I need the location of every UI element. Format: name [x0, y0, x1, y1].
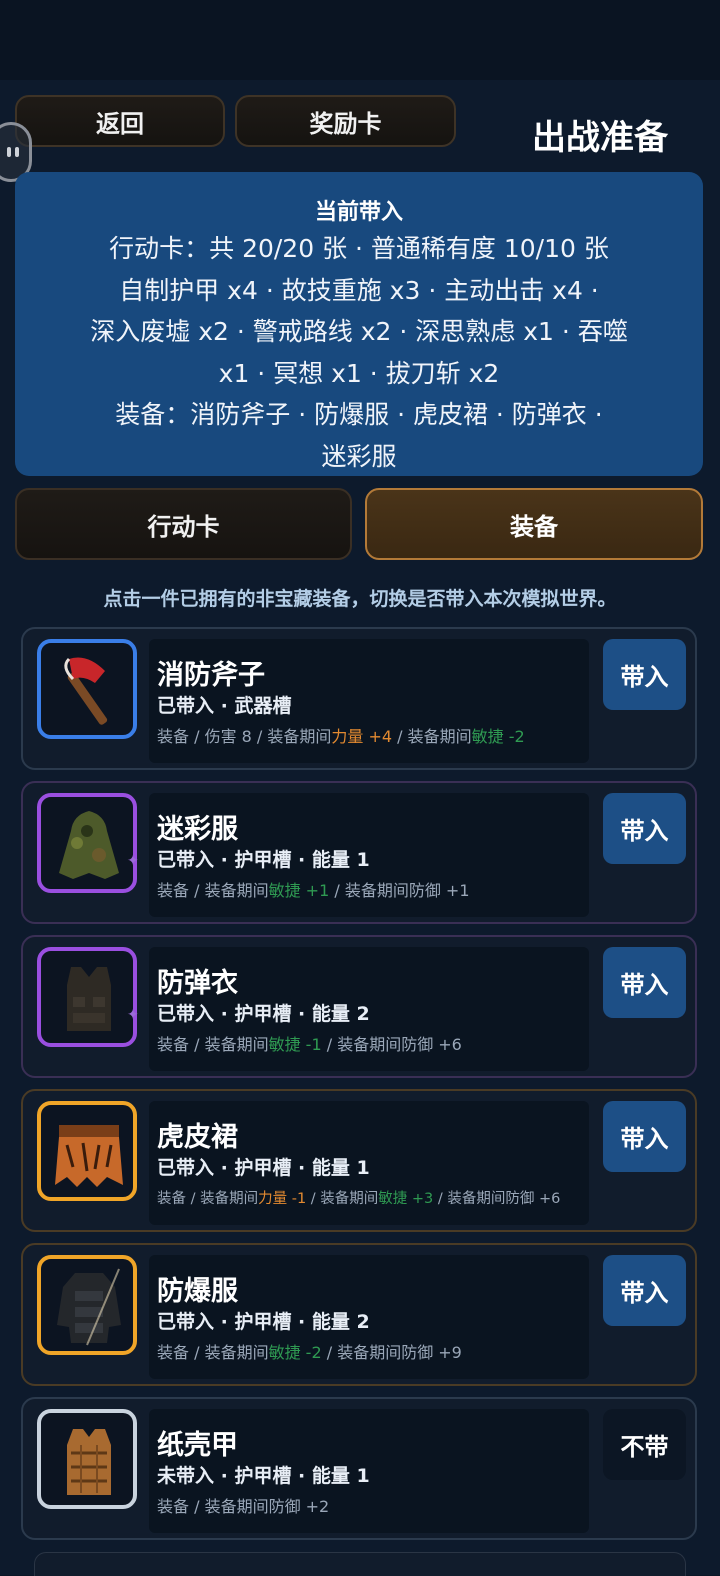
equipment-card[interactable]: 虎皮裙 已带入 · 护甲槽 · 能量 1 装备 / 装备期间力量 -1 / 装备… — [21, 1089, 697, 1232]
tab-equipment-label: 装备 — [510, 512, 558, 541]
page-title: 出战准备 — [532, 118, 668, 158]
stat-segment: / 装备期间防御 +9 — [321, 1343, 462, 1362]
rarity-frame — [37, 1409, 137, 1509]
equipment-card[interactable]: ✦ 防弹衣 已带入 · 护甲槽 · 能量 2 装备 / 装备期间敏捷 -1 / … — [21, 935, 697, 1078]
summary-line: 迷彩服 — [321, 441, 397, 471]
tab-action-cards[interactable]: 行动卡 — [15, 488, 352, 560]
stat-segment: / 装备期间 — [392, 727, 472, 746]
stat-segment: 力量 +4 — [331, 727, 393, 746]
equipment-info-panel: 防弹衣 已带入 · 护甲槽 · 能量 2 装备 / 装备期间敏捷 -1 / 装备… — [149, 947, 589, 1071]
equipment-name: 虎皮裙 — [157, 1122, 238, 1153]
back-button[interactable]: 返回 — [15, 95, 225, 147]
equipment-hint: 点击一件已拥有的非宝藏装备，切换是否带入本次模拟世界。 — [103, 588, 617, 610]
sparkle-icon: ✦ — [127, 1007, 139, 1023]
equipment-stats: 装备 / 装备期间防御 +2 — [157, 1493, 329, 1517]
equipment-card[interactable]: 纸壳甲 未带入 · 护甲槽 · 能量 1 装备 / 装备期间防御 +2 不带 — [21, 1397, 697, 1540]
stat-segment: 装备 / 伤害 8 / 装备期间 — [157, 727, 332, 746]
stat-segment: / 装备期间 — [306, 1191, 379, 1207]
stat-segment: / 装备期间防御 +1 — [329, 881, 470, 900]
bulletproof-vest-icon — [67, 967, 111, 1031]
equipment-name: 防爆服 — [157, 1276, 238, 1307]
summary-lines: 行动卡：共 20/20 张 · 普通稀有度 10/10 张 自制护甲 x4 · … — [35, 228, 683, 477]
top-status-area — [0, 0, 720, 80]
summary-line: 行动卡：共 20/20 张 · 普通稀有度 10/10 张 — [109, 234, 609, 263]
equipment-stats: 装备 / 装备期间敏捷 +1 / 装备期间防御 +1 — [157, 877, 470, 901]
tiger-skirt-icon — [55, 1125, 123, 1187]
loadout-summary: 当前带入 行动卡：共 20/20 张 · 普通稀有度 10/10 张 自制护甲 … — [15, 172, 703, 476]
stat-segment: / 装备期间防御 +6 — [433, 1191, 561, 1207]
stat-segment: 装备 / 装备期间防御 +2 — [157, 1497, 330, 1516]
equipment-name: 纸壳甲 — [157, 1430, 238, 1461]
rarity-frame — [37, 793, 137, 893]
rarity-frame — [37, 1101, 137, 1201]
next-equipment-card[interactable] — [34, 1552, 686, 1576]
equipment-status: 已带入 · 武器槽 — [157, 695, 292, 717]
back-button-label: 返回 — [96, 109, 144, 138]
reward-card-button[interactable]: 奖励卡 — [235, 95, 456, 147]
equipment-info-panel: 虎皮裙 已带入 · 护甲槽 · 能量 1 装备 / 装备期间力量 -1 / 装备… — [149, 1101, 589, 1225]
equipment-status: 已带入 · 护甲槽 · 能量 2 — [157, 1003, 370, 1025]
equipment-name: 迷彩服 — [157, 814, 238, 845]
equipment-stats: 装备 / 装备期间敏捷 -1 / 装备期间防御 +6 — [157, 1031, 462, 1055]
equipment-status: 已带入 · 护甲槽 · 能量 1 — [157, 1157, 370, 1179]
equipment-card[interactable]: 消防斧子 已带入 · 武器槽 装备 / 伤害 8 / 装备期间力量 +4 / 装… — [21, 627, 697, 770]
ghillie-suit-icon — [59, 811, 119, 879]
equip-toggle-button[interactable]: 带入 — [603, 793, 686, 864]
equipment-info-panel: 消防斧子 已带入 · 武器槽 装备 / 伤害 8 / 装备期间力量 +4 / 装… — [149, 639, 589, 763]
equip-toggle-button[interactable]: 带入 — [603, 639, 686, 710]
equipment-info-panel: 纸壳甲 未带入 · 护甲槽 · 能量 1 装备 / 装备期间防御 +2 — [149, 1409, 589, 1533]
equipment-info-panel: 迷彩服 已带入 · 护甲槽 · 能量 1 装备 / 装备期间敏捷 +1 / 装备… — [149, 793, 589, 917]
sparkle-icon: ✦ — [127, 853, 139, 869]
axe-icon — [64, 657, 108, 725]
tab-equipment[interactable]: 装备 — [365, 488, 703, 560]
equip-toggle-button[interactable]: 带入 — [603, 1255, 686, 1326]
equipment-status: 未带入 · 护甲槽 · 能量 1 — [157, 1465, 370, 1487]
stat-segment: 装备 / 装备期间 — [157, 1035, 269, 1054]
rarity-frame — [37, 947, 137, 1047]
bomb-suit-icon — [57, 1268, 121, 1346]
summary-line: 装备：消防斧子 · 防爆服 · 虎皮裙 · 防弹衣 · — [115, 400, 603, 429]
stat-segment: 敏捷 -2 — [268, 1343, 322, 1362]
summary-line: 自制护甲 x4 · 故技重施 x3 · 主动出击 x4 · — [119, 275, 599, 305]
stat-segment: 装备 / 装备期间 — [157, 881, 269, 900]
stat-segment: 敏捷 +1 — [268, 881, 330, 900]
stat-segment: 力量 -1 — [258, 1191, 307, 1207]
equipment-status: 已带入 · 护甲槽 · 能量 1 — [157, 849, 370, 871]
rarity-frame — [37, 1255, 137, 1355]
stat-segment: 装备 / 装备期间 — [157, 1343, 269, 1362]
reward-card-button-label: 奖励卡 — [309, 109, 382, 138]
equipment-name: 防弹衣 — [157, 968, 238, 999]
equipment-card[interactable]: 防爆服 已带入 · 护甲槽 · 能量 2 装备 / 装备期间敏捷 -2 / 装备… — [21, 1243, 697, 1386]
stat-segment: 敏捷 -1 — [268, 1035, 322, 1054]
summary-line: x1 · 冥想 x1 · 拔刀斩 x2 — [218, 358, 500, 388]
equip-toggle-button[interactable]: 带入 — [603, 947, 686, 1018]
stat-segment: / 装备期间防御 +6 — [321, 1035, 462, 1054]
stat-segment: 装备 / 装备期间 — [157, 1191, 259, 1207]
summary-title: 当前带入 — [314, 200, 403, 225]
stat-segment: 敏捷 +3 — [378, 1191, 434, 1207]
equipment-stats: 装备 / 装备期间敏捷 -2 / 装备期间防御 +9 — [157, 1339, 462, 1363]
summary-line: 深入废墟 x2 · 警戒路线 x2 · 深思熟虑 x1 · 吞噬 — [90, 317, 628, 346]
rarity-frame — [37, 639, 137, 739]
equipment-info-panel: 防爆服 已带入 · 护甲槽 · 能量 2 装备 / 装备期间敏捷 -2 / 装备… — [149, 1255, 589, 1379]
equipment-stats: 装备 / 装备期间力量 -1 / 装备期间敏捷 +3 / 装备期间防御 +6 — [157, 1187, 560, 1208]
equipment-status: 已带入 · 护甲槽 · 能量 2 — [157, 1311, 370, 1333]
equipment-card[interactable]: ✦ 迷彩服 已带入 · 护甲槽 · 能量 1 装备 / 装备期间敏捷 +1 / … — [21, 781, 697, 924]
tab-action-cards-label: 行动卡 — [147, 512, 220, 541]
stat-segment: 敏捷 -2 — [471, 727, 525, 746]
equipment-stats: 装备 / 伤害 8 / 装备期间力量 +4 / 装备期间敏捷 -2 — [157, 723, 525, 747]
equip-toggle-button[interactable]: 带入 — [603, 1101, 686, 1172]
equip-toggle-button[interactable]: 不带 — [603, 1409, 686, 1480]
cardboard-armor-icon — [67, 1429, 111, 1495]
equipment-name: 消防斧子 — [157, 660, 265, 691]
